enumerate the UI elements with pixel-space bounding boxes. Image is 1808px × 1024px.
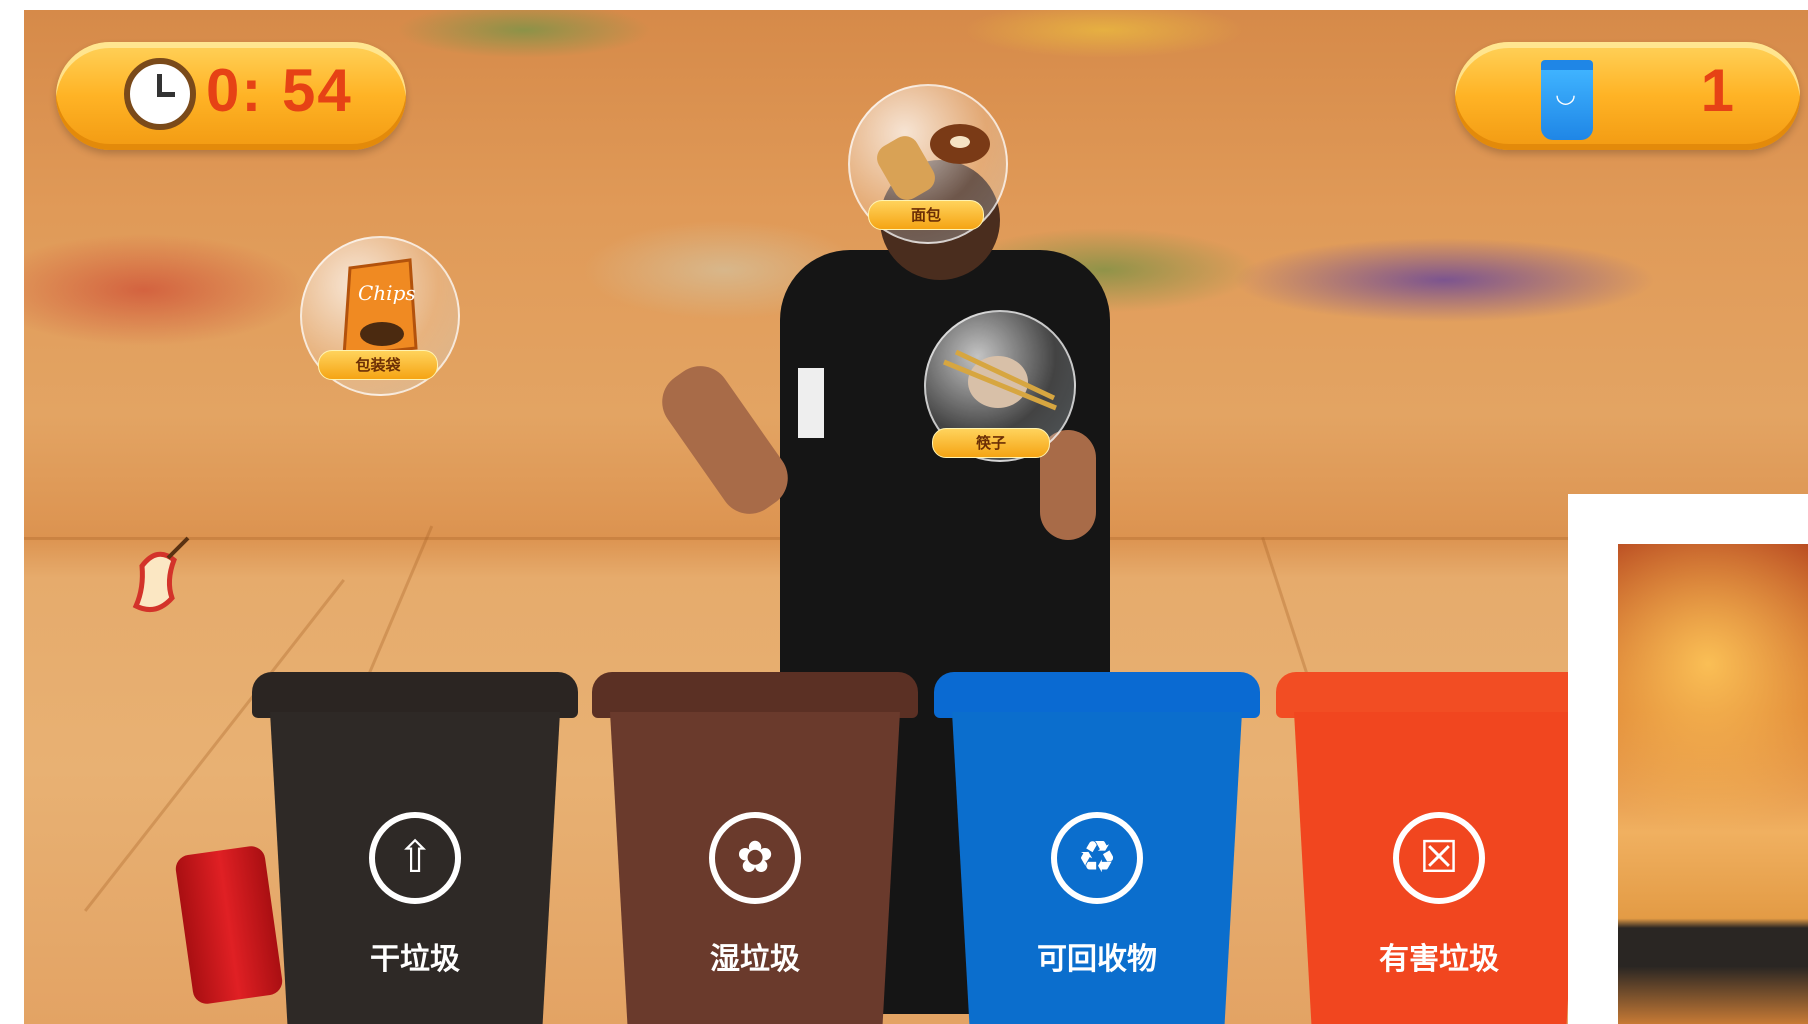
recycle-icon: ♻ — [1051, 812, 1143, 904]
item-label-chopsticks: 筷子 — [932, 428, 1050, 458]
bin-lid — [1276, 672, 1602, 718]
bin-dry-waste[interactable]: ⇧ 干垃圾 — [252, 672, 578, 1024]
bin-lid — [252, 672, 578, 718]
item-label-chips-bag: 包装袋 — [318, 350, 438, 380]
floor-tile-line — [364, 525, 434, 684]
bin-body: ☒ 有害垃圾 — [1294, 712, 1584, 1024]
svg-text:Chips: Chips — [358, 281, 416, 305]
alarm-clock-icon — [124, 58, 196, 130]
bin-lid — [592, 672, 918, 718]
bin-body: ✿ 湿垃圾 — [610, 712, 900, 1024]
bin-label: 可回收物 — [1037, 942, 1157, 977]
bin-label: 有害垃圾 — [1379, 942, 1499, 977]
bin-body: ♻ 可回收物 — [952, 712, 1242, 1024]
dry-waste-icon: ⇧ — [369, 812, 461, 904]
bin-lid — [934, 672, 1260, 718]
apple-core-icon — [132, 536, 190, 613]
smiling-trash-bin-icon — [1541, 60, 1593, 140]
score-value: 1 — [1700, 57, 1734, 124]
shirt-pocket-tag — [798, 368, 824, 438]
bin-wet-waste[interactable]: ✿ 湿垃圾 — [592, 672, 918, 1024]
bin-recyclable[interactable]: ♻ 可回收物 — [934, 672, 1260, 1024]
wet-waste-icon: ✿ — [709, 812, 801, 904]
timer-panel: 0: 54 — [56, 42, 406, 150]
bin-hazardous-waste[interactable]: ☒ 有害垃圾 — [1276, 672, 1602, 1024]
bin-label: 湿垃圾 — [710, 942, 800, 977]
item-label-bread: 面包 — [868, 200, 984, 230]
preview-image — [1618, 544, 1808, 1024]
bin-label: 干垃圾 — [370, 942, 460, 977]
timer-value: 0: 54 — [206, 57, 353, 124]
hazardous-waste-icon: ☒ — [1393, 812, 1485, 904]
bin-body: ⇧ 干垃圾 — [270, 712, 560, 1024]
preview-inset-panel — [1568, 494, 1808, 1024]
score-panel: 1 — [1455, 42, 1800, 150]
